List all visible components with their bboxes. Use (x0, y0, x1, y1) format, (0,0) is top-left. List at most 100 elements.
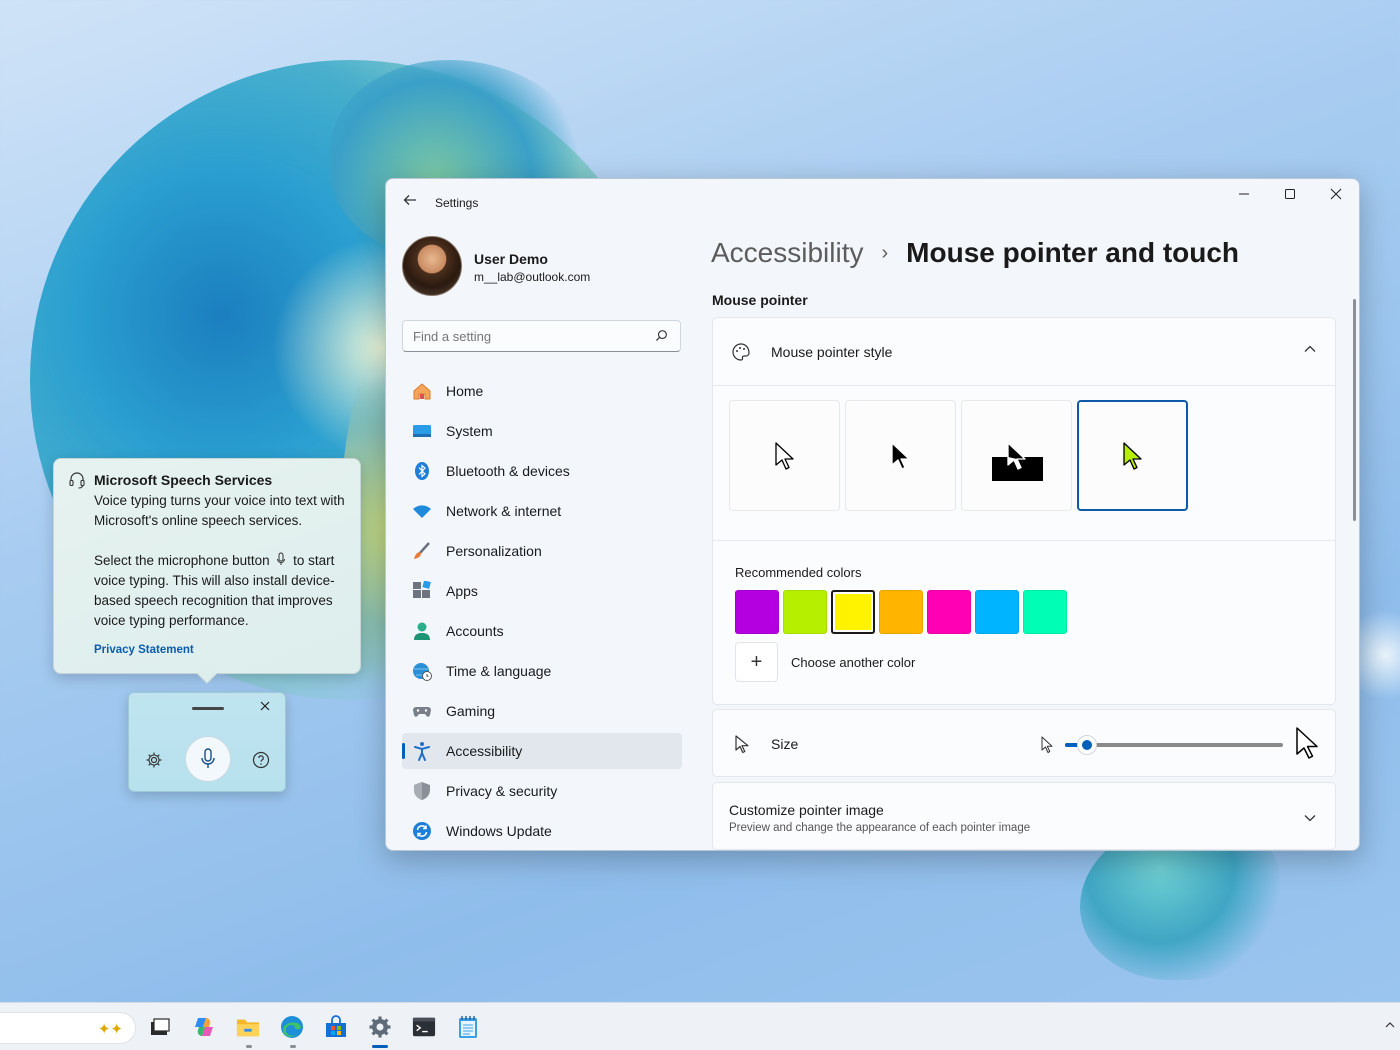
close-icon[interactable] (257, 699, 273, 715)
inverted-pointer-icon (1007, 442, 1026, 470)
pointer-style-custom[interactable] (1077, 400, 1188, 511)
file-explorer-icon[interactable] (236, 1015, 260, 1039)
nav-item-personalization[interactable]: Personalization (402, 533, 682, 569)
color-swatch[interactable] (783, 590, 827, 634)
chevron-up-icon[interactable] (1303, 342, 1317, 356)
customize-pointer-card[interactable]: Customize pointer image Preview and chan… (712, 782, 1336, 850)
accessibility-icon (412, 741, 432, 761)
microphone-button[interactable] (185, 736, 231, 782)
running-indicator (290, 1045, 296, 1048)
color-swatch[interactable] (831, 590, 875, 634)
maximize-icon[interactable] (1267, 179, 1313, 211)
settings-window: Settings User Demo m__lab@outlook.com Ho… (385, 178, 1360, 851)
slider-thumb[interactable] (1076, 735, 1097, 755)
copilot-sparkle-icon: ✦✦ (97, 1021, 123, 1038)
size-label: Size (771, 736, 799, 752)
nav-item-gaming[interactable]: Gaming (402, 693, 682, 729)
nav-label: Network & internet (446, 503, 562, 519)
taskbar: ✦✦ (0, 1002, 1400, 1050)
person-icon (412, 621, 432, 641)
pointer-style-black[interactable] (845, 400, 956, 511)
search-icon (655, 330, 667, 342)
recommended-colors-label: Recommended colors (735, 565, 862, 580)
update-icon (412, 821, 432, 841)
chevron-down-icon[interactable] (1303, 811, 1317, 825)
choose-color-button[interactable]: + (735, 642, 778, 682)
running-indicator (246, 1045, 252, 1048)
breadcrumb: Accessibility › Mouse pointer and touch (711, 237, 1239, 269)
nav-item-time-language[interactable]: Time & language (402, 653, 682, 689)
title-bar: Settings (386, 179, 1359, 227)
color-swatch[interactable] (735, 590, 779, 634)
pointer-style-options (729, 400, 1188, 511)
customize-pointer-title: Customize pointer image (729, 802, 884, 818)
nav-label: Privacy & security (446, 783, 558, 799)
back-arrow-icon[interactable] (400, 193, 420, 213)
choose-color-label[interactable]: Choose another color (791, 655, 915, 670)
task-view-icon[interactable] (148, 1015, 172, 1039)
speech-services-flyout: Microsoft Speech Services Voice typing t… (53, 458, 361, 684)
nav-label: Accounts (446, 623, 504, 639)
terminal-icon[interactable] (412, 1015, 436, 1039)
search-box[interactable] (402, 320, 681, 352)
edge-icon[interactable] (280, 1015, 304, 1039)
copilot-icon[interactable] (192, 1015, 216, 1039)
scrollbar[interactable] (1353, 299, 1356, 521)
size-slider[interactable] (1065, 735, 1283, 755)
black-pointer-icon (890, 441, 910, 470)
brush-icon (412, 541, 432, 561)
color-swatch[interactable] (975, 590, 1019, 634)
privacy-statement-link[interactable]: Privacy Statement (94, 644, 194, 656)
nav-item-network[interactable]: Network & internet (402, 493, 682, 529)
nav-label: Personalization (446, 543, 542, 559)
color-swatch[interactable] (879, 590, 923, 634)
active-app-indicator (372, 1045, 388, 1048)
settings-icon[interactable] (368, 1015, 392, 1039)
nav-label: Bluetooth & devices (446, 463, 570, 479)
help-icon[interactable] (252, 751, 270, 769)
small-pointer-icon (1041, 736, 1053, 753)
voice-typing-bar (128, 692, 286, 792)
pointer-style-white[interactable] (729, 400, 840, 511)
mouse-pointer-style-header[interactable]: Mouse pointer style (713, 318, 1335, 386)
breadcrumb-parent[interactable]: Accessibility (711, 237, 863, 269)
nav-label: Home (446, 383, 484, 399)
pointer-icon (735, 735, 749, 754)
taskbar-search[interactable]: ✦✦ (0, 1012, 136, 1044)
palette-icon (732, 343, 750, 361)
nav-item-apps[interactable]: Apps (402, 573, 682, 609)
nav-item-home[interactable]: Home (402, 373, 682, 409)
nav-item-accessibility[interactable]: Accessibility (402, 733, 682, 769)
drag-handle[interactable] (192, 707, 224, 710)
settings-icon[interactable] (145, 751, 163, 769)
pointer-style-inverted[interactable] (961, 400, 1072, 511)
speech-text: Select the microphone button (94, 553, 270, 568)
store-icon[interactable] (324, 1015, 348, 1039)
notepad-icon[interactable] (456, 1015, 480, 1039)
white-pointer-icon (774, 441, 794, 470)
color-swatch[interactable] (927, 590, 971, 634)
home-icon (412, 381, 432, 401)
speech-title: Microsoft Speech Services (94, 472, 273, 488)
minimize-icon[interactable] (1221, 179, 1267, 211)
close-icon[interactable] (1313, 179, 1359, 211)
mouse-pointer-style-title: Mouse pointer style (771, 344, 893, 360)
color-swatches (735, 590, 1067, 634)
page-title: Mouse pointer and touch (906, 237, 1240, 268)
nav-item-privacy-security[interactable]: Privacy & security (402, 773, 682, 809)
nav-item-system[interactable]: System (402, 413, 682, 449)
system-icon (412, 421, 432, 441)
shield-icon (412, 781, 432, 801)
nav-label: Apps (446, 583, 478, 599)
pointer-size-card: Size (712, 709, 1336, 777)
user-profile[interactable]: User Demo m__lab@outlook.com (402, 236, 692, 298)
nav-item-windows-update[interactable]: Windows Update (402, 813, 682, 849)
color-swatch[interactable] (1023, 590, 1067, 634)
customize-pointer-subtitle: Preview and change the appearance of eac… (729, 822, 1031, 834)
speech-paragraph: Select the microphone button to start vo… (94, 551, 356, 631)
nav-item-bluetooth[interactable]: Bluetooth & devices (402, 453, 682, 489)
chevron-up-icon[interactable] (1384, 1019, 1396, 1031)
section-label: Mouse pointer (712, 292, 808, 308)
nav-item-accounts[interactable]: Accounts (402, 613, 682, 649)
search-input[interactable] (403, 321, 643, 351)
